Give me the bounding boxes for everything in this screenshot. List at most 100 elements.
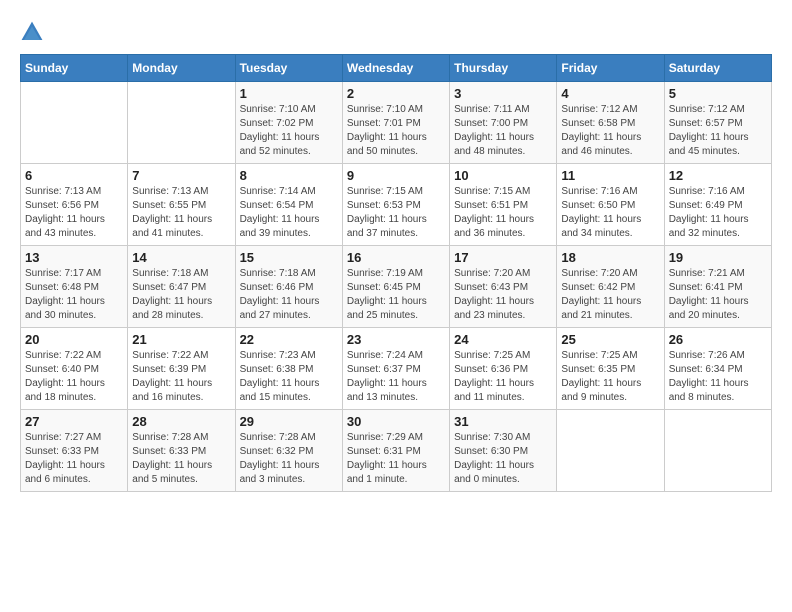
day-info: Sunrise: 7:24 AM Sunset: 6:37 PM Dayligh… <box>347 349 445 405</box>
day-cell: 19Sunrise: 7:21 AM Sunset: 6:41 PM Dayli… <box>664 246 771 328</box>
day-number: 27 <box>25 414 123 429</box>
day-number: 26 <box>669 332 767 347</box>
day-cell: 10 Sunrise: 7:15 AM Sunset: 6:51 PM Dayli… <box>450 164 557 246</box>
day-info: Sunrise: 7:30 AM Sunset: 6:30 PM Dayligh… <box>454 431 552 487</box>
day-info: Sunrise: 7:15 AM Sunset: 6:53 PM Dayligh… <box>347 185 445 241</box>
header-cell-wednesday: Wednesday <box>342 55 449 82</box>
day-number: 18 <box>561 250 659 265</box>
day-info: Sunrise: 7:19 AM Sunset: 6:45 PM Dayligh… <box>347 267 445 323</box>
day-info: Sunrise: 7:23 AM Sunset: 6:38 PM Dayligh… <box>240 349 338 405</box>
day-cell: 18 Sunrise: 7:20 AM Sunset: 6:42 PM Dayli… <box>557 246 664 328</box>
day-cell: 17 Sunrise: 7:20 AM Sunset: 6:43 PM Dayli… <box>450 246 557 328</box>
day-cell: 3 Sunrise: 7:11 AM Sunset: 7:00 PM Daylig… <box>450 82 557 164</box>
day-cell: 29 Sunrise: 7:28 AM Sunset: 6:32 PM Dayli… <box>235 410 342 492</box>
logo-icon <box>20 20 44 44</box>
day-info: Sunrise: 7:18 AM Sunset: 6:47 PM Dayligh… <box>132 267 230 323</box>
week-row-2: 6Sunrise: 7:13 AM Sunset: 6:56 PM Daylig… <box>21 164 772 246</box>
day-info: Sunrise: 7:13 AM Sunset: 6:55 PM Dayligh… <box>132 185 230 241</box>
day-info: Sunrise: 7:25 AM Sunset: 6:35 PM Dayligh… <box>561 349 659 405</box>
header-cell-saturday: Saturday <box>664 55 771 82</box>
calendar-header: SundayMondayTuesdayWednesdayThursdayFrid… <box>21 55 772 82</box>
header-cell-friday: Friday <box>557 55 664 82</box>
day-info: Sunrise: 7:16 AM Sunset: 6:50 PM Dayligh… <box>561 185 659 241</box>
day-info: Sunrise: 7:22 AM Sunset: 6:40 PM Dayligh… <box>25 349 123 405</box>
day-cell <box>128 82 235 164</box>
day-cell: 15Sunrise: 7:18 AM Sunset: 6:46 PM Dayli… <box>235 246 342 328</box>
day-info: Sunrise: 7:16 AM Sunset: 6:49 PM Dayligh… <box>669 185 767 241</box>
day-number: 31 <box>454 414 552 429</box>
day-cell: 1Sunrise: 7:10 AM Sunset: 7:02 PM Daylig… <box>235 82 342 164</box>
day-number: 4 <box>561 86 659 101</box>
day-cell: 6Sunrise: 7:13 AM Sunset: 6:56 PM Daylig… <box>21 164 128 246</box>
day-number: 24 <box>454 332 552 347</box>
day-cell: 20 Sunrise: 7:22 AM Sunset: 6:40 PM Dayli… <box>21 328 128 410</box>
day-cell: 26 Sunrise: 7:26 AM Sunset: 6:34 PM Dayli… <box>664 328 771 410</box>
day-cell: 8 Sunrise: 7:14 AM Sunset: 6:54 PM Daylig… <box>235 164 342 246</box>
day-cell: 14 Sunrise: 7:18 AM Sunset: 6:47 PM Dayli… <box>128 246 235 328</box>
logo <box>20 20 48 44</box>
day-number: 22 <box>240 332 338 347</box>
day-number: 30 <box>347 414 445 429</box>
day-info: Sunrise: 7:29 AM Sunset: 6:31 PM Dayligh… <box>347 431 445 487</box>
day-info: Sunrise: 7:12 AM Sunset: 6:57 PM Dayligh… <box>669 103 767 159</box>
day-number: 5 <box>669 86 767 101</box>
day-info: Sunrise: 7:12 AM Sunset: 6:58 PM Dayligh… <box>561 103 659 159</box>
day-cell: 31 Sunrise: 7:30 AM Sunset: 6:30 PM Dayli… <box>450 410 557 492</box>
header-cell-thursday: Thursday <box>450 55 557 82</box>
day-number: 17 <box>454 250 552 265</box>
day-number: 11 <box>561 168 659 183</box>
day-cell: 7 Sunrise: 7:13 AM Sunset: 6:55 PM Daylig… <box>128 164 235 246</box>
day-cell: 11 Sunrise: 7:16 AM Sunset: 6:50 PM Dayli… <box>557 164 664 246</box>
day-info: Sunrise: 7:26 AM Sunset: 6:34 PM Dayligh… <box>669 349 767 405</box>
header <box>20 20 772 44</box>
day-number: 9 <box>347 168 445 183</box>
day-number: 15 <box>240 250 338 265</box>
day-number: 2 <box>347 86 445 101</box>
day-number: 14 <box>132 250 230 265</box>
day-info: Sunrise: 7:10 AM Sunset: 7:02 PM Dayligh… <box>240 103 338 159</box>
calendar-table: SundayMondayTuesdayWednesdayThursdayFrid… <box>20 54 772 492</box>
day-number: 8 <box>240 168 338 183</box>
day-cell <box>21 82 128 164</box>
day-number: 12 <box>669 168 767 183</box>
day-info: Sunrise: 7:15 AM Sunset: 6:51 PM Dayligh… <box>454 185 552 241</box>
day-info: Sunrise: 7:11 AM Sunset: 7:00 PM Dayligh… <box>454 103 552 159</box>
day-cell: 21 Sunrise: 7:22 AM Sunset: 6:39 PM Dayli… <box>128 328 235 410</box>
day-number: 13 <box>25 250 123 265</box>
day-number: 16 <box>347 250 445 265</box>
day-cell <box>664 410 771 492</box>
day-cell: 28 Sunrise: 7:28 AM Sunset: 6:33 PM Dayli… <box>128 410 235 492</box>
week-row-4: 20 Sunrise: 7:22 AM Sunset: 6:40 PM Dayli… <box>21 328 772 410</box>
day-number: 21 <box>132 332 230 347</box>
day-cell: 12 Sunrise: 7:16 AM Sunset: 6:49 PM Dayli… <box>664 164 771 246</box>
day-info: Sunrise: 7:14 AM Sunset: 6:54 PM Dayligh… <box>240 185 338 241</box>
day-cell: 24 Sunrise: 7:25 AM Sunset: 6:36 PM Dayli… <box>450 328 557 410</box>
day-number: 20 <box>25 332 123 347</box>
day-info: Sunrise: 7:28 AM Sunset: 6:32 PM Dayligh… <box>240 431 338 487</box>
header-row: SundayMondayTuesdayWednesdayThursdayFrid… <box>21 55 772 82</box>
day-info: Sunrise: 7:27 AM Sunset: 6:33 PM Dayligh… <box>25 431 123 487</box>
day-info: Sunrise: 7:22 AM Sunset: 6:39 PM Dayligh… <box>132 349 230 405</box>
day-number: 3 <box>454 86 552 101</box>
day-cell: 9 Sunrise: 7:15 AM Sunset: 6:53 PM Daylig… <box>342 164 449 246</box>
calendar-body: 1Sunrise: 7:10 AM Sunset: 7:02 PM Daylig… <box>21 82 772 492</box>
day-number: 25 <box>561 332 659 347</box>
day-cell: 13Sunrise: 7:17 AM Sunset: 6:48 PM Dayli… <box>21 246 128 328</box>
day-cell: 4 Sunrise: 7:12 AM Sunset: 6:58 PM Daylig… <box>557 82 664 164</box>
day-cell: 5 Sunrise: 7:12 AM Sunset: 6:57 PM Daylig… <box>664 82 771 164</box>
day-cell: 16 Sunrise: 7:19 AM Sunset: 6:45 PM Dayli… <box>342 246 449 328</box>
day-number: 7 <box>132 168 230 183</box>
day-cell <box>557 410 664 492</box>
day-info: Sunrise: 7:25 AM Sunset: 6:36 PM Dayligh… <box>454 349 552 405</box>
day-number: 10 <box>454 168 552 183</box>
day-info: Sunrise: 7:20 AM Sunset: 6:43 PM Dayligh… <box>454 267 552 323</box>
day-info: Sunrise: 7:28 AM Sunset: 6:33 PM Dayligh… <box>132 431 230 487</box>
day-number: 6 <box>25 168 123 183</box>
header-cell-tuesday: Tuesday <box>235 55 342 82</box>
header-cell-sunday: Sunday <box>21 55 128 82</box>
day-number: 28 <box>132 414 230 429</box>
day-number: 29 <box>240 414 338 429</box>
day-info: Sunrise: 7:20 AM Sunset: 6:42 PM Dayligh… <box>561 267 659 323</box>
day-info: Sunrise: 7:10 AM Sunset: 7:01 PM Dayligh… <box>347 103 445 159</box>
week-row-3: 13Sunrise: 7:17 AM Sunset: 6:48 PM Dayli… <box>21 246 772 328</box>
